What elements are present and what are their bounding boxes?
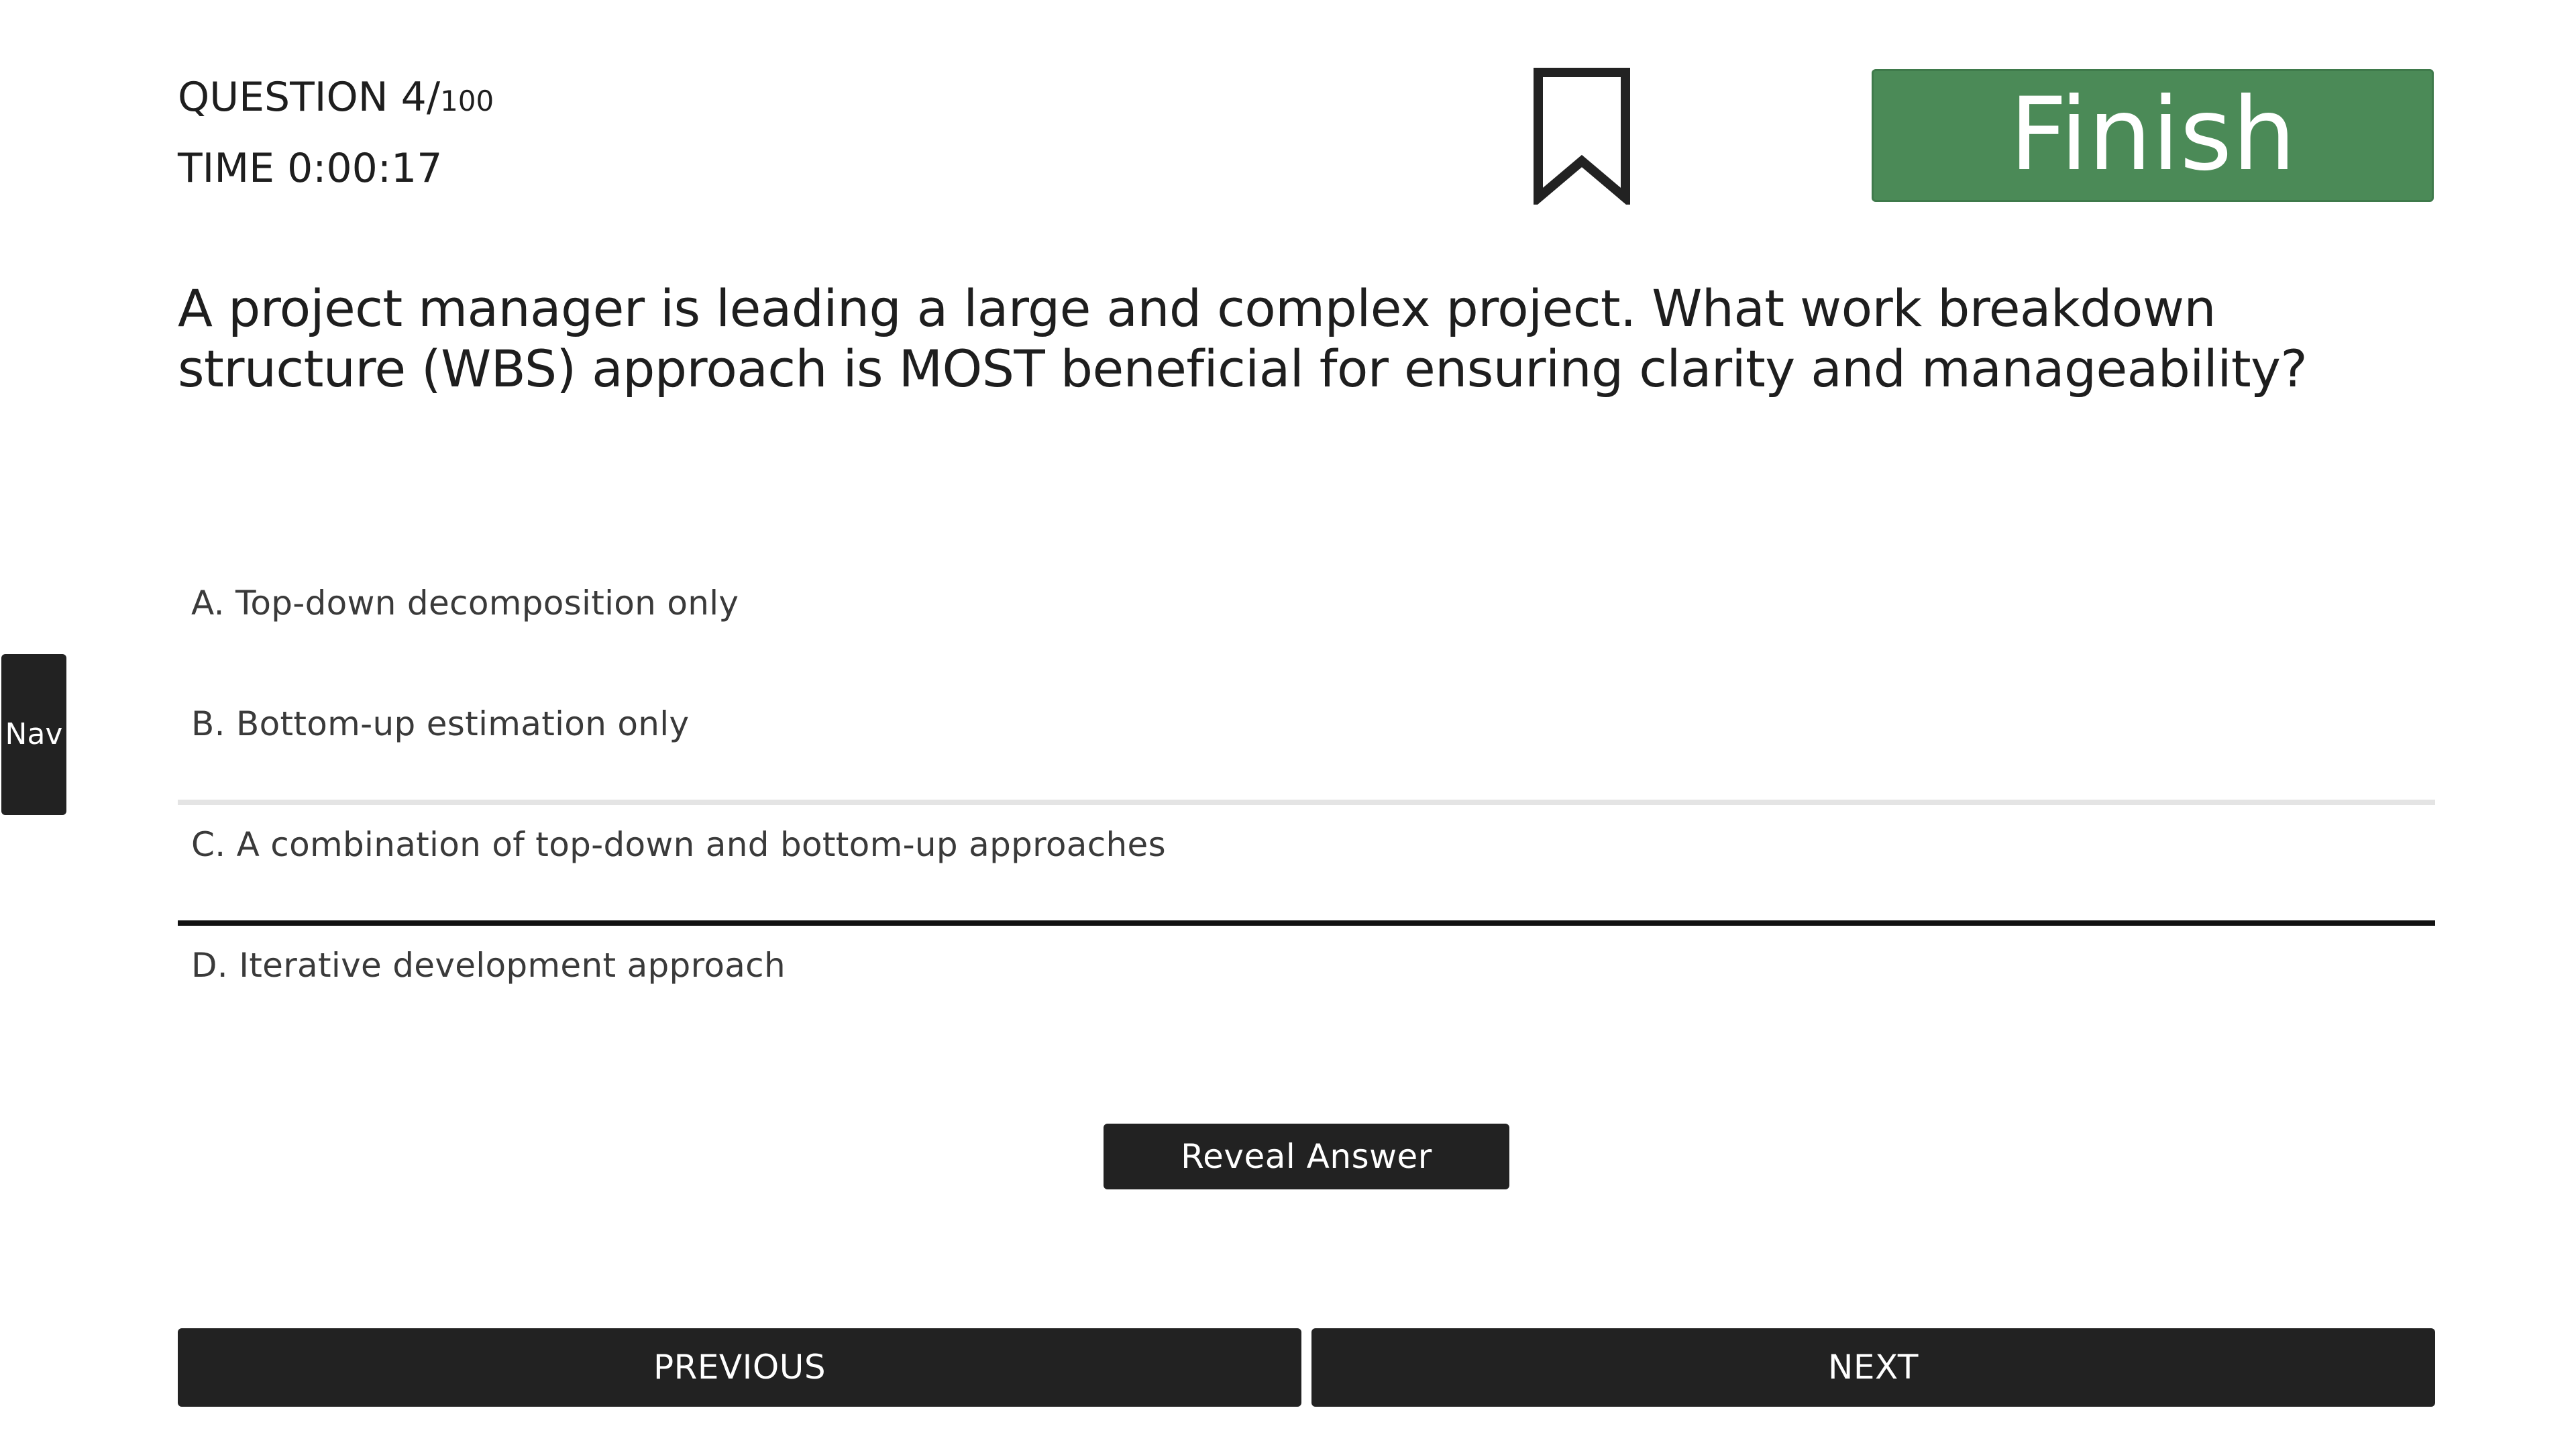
- elapsed-time: TIME 0:00:17: [178, 145, 443, 192]
- option-label: C. A combination of top-down and bottom-…: [191, 825, 1166, 864]
- quiz-page: QUESTION 4/100 TIME 0:00:17 Finish A pro…: [0, 0, 2576, 1449]
- reveal-answer-button[interactable]: Reveal Answer: [1104, 1124, 1509, 1189]
- option-a[interactable]: A. Top-down decomposition only: [178, 564, 2435, 684]
- question-meta: QUESTION 4/100 TIME 0:00:17: [178, 64, 494, 202]
- answer-options: A. Top-down decomposition only B. Bottom…: [178, 564, 2435, 1046]
- next-button[interactable]: NEXT: [1311, 1328, 2435, 1407]
- option-b[interactable]: B. Bottom-up estimation only: [178, 684, 2435, 805]
- question-counter-total: 100: [440, 85, 494, 117]
- question-text: A project manager is leading a large and…: [178, 278, 2308, 398]
- question-counter-prefix: QUESTION 4/: [178, 74, 441, 121]
- nav-toggle-button[interactable]: Nav: [1, 654, 66, 815]
- finish-button[interactable]: Finish: [1872, 69, 2434, 202]
- option-label: D. Iterative development approach: [191, 946, 786, 985]
- option-c[interactable]: C. A combination of top-down and bottom-…: [178, 805, 2435, 926]
- previous-button[interactable]: PREVIOUS: [178, 1328, 1301, 1407]
- option-d[interactable]: D. Iterative development approach: [178, 926, 2435, 1046]
- option-label: B. Bottom-up estimation only: [191, 704, 690, 743]
- bookmark-icon[interactable]: [1532, 67, 1632, 209]
- question-counter: QUESTION 4/100: [178, 64, 494, 135]
- option-label: A. Top-down decomposition only: [191, 584, 739, 623]
